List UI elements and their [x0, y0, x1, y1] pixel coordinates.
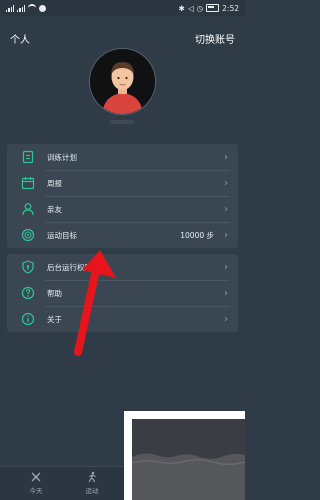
shield-icon — [21, 260, 35, 274]
switch-account-button[interactable]: 切换账号 — [195, 31, 235, 46]
page-title: 个人 — [10, 34, 30, 46]
menu-item-label: 帮助 — [47, 288, 62, 298]
menu-item-label: 亲友 — [47, 204, 62, 214]
signal-icon — [6, 4, 15, 12]
today-icon — [30, 471, 42, 483]
menu-item-weekly-report[interactable]: 周报 › — [7, 170, 238, 196]
clipboard-icon — [21, 150, 35, 164]
chevron-right-icon: › — [224, 151, 228, 163]
signal-icon-2 — [17, 4, 26, 12]
menu-item-label: 训练计划 — [47, 152, 77, 162]
menu-card-main: 训练计划 › 周报 › 亲友 › 运动目标 10000 步 › — [7, 144, 238, 248]
info-icon — [21, 312, 35, 326]
battery-icon — [206, 4, 220, 12]
chevron-right-icon: › — [224, 177, 228, 189]
menu-card-settings: 后台运行权限设置 › 帮助 › 关于 › — [7, 254, 238, 332]
calendar-icon — [21, 176, 35, 190]
menu-item-about[interactable]: 关于 › — [7, 306, 238, 332]
page-header: 个人 切换账号 — [0, 28, 245, 48]
bluetooth-icon: ✱ — [178, 3, 185, 13]
tab-today-label: 今天 — [29, 487, 43, 495]
avatar-illustration — [90, 49, 155, 114]
menu-item-label: 周报 — [47, 178, 62, 188]
chevron-right-icon: › — [224, 313, 228, 325]
running-icon — [86, 471, 98, 483]
menu-item-help[interactable]: 帮助 › — [7, 280, 238, 306]
mute-icon: ◁ — [187, 3, 194, 13]
tab-sport-label: 运动 — [85, 487, 99, 495]
menu-item-label: 运动目标 — [47, 230, 77, 240]
status-left — [6, 4, 47, 12]
app-icon — [39, 4, 47, 12]
chevron-right-icon: › — [224, 261, 228, 273]
person-icon — [21, 202, 35, 216]
status-time: 2:52 — [222, 3, 239, 13]
exercise-goal-value: 10000 步 — [180, 230, 214, 240]
overlay-image — [124, 411, 245, 500]
menu-item-training-plan[interactable]: 训练计划 › — [7, 144, 238, 170]
wifi-icon — [28, 4, 37, 12]
menu-item-label: 后台运行权限设置 — [47, 262, 107, 272]
alarm-icon: ◷ — [196, 3, 204, 13]
menu-item-exercise-goal[interactable]: 运动目标 10000 步 › — [7, 222, 238, 248]
status-bar: ✱ ◁ ◷ 2:52 — [0, 0, 245, 16]
menu-item-background-permission[interactable]: 后台运行权限设置 › — [7, 254, 238, 280]
status-right: ✱ ◁ ◷ 2:52 — [179, 4, 239, 13]
chevron-right-icon: › — [224, 229, 228, 241]
menu-item-label: 关于 — [47, 314, 62, 324]
avatar-name-placeholder — [110, 120, 134, 124]
chevron-right-icon: › — [224, 287, 228, 299]
avatar[interactable] — [89, 48, 156, 115]
tab-today[interactable]: 今天 — [16, 471, 56, 495]
help-icon — [21, 286, 35, 300]
tab-sport[interactable]: 运动 — [72, 471, 112, 495]
overlay-image-content — [132, 419, 245, 500]
chevron-right-icon: › — [224, 203, 228, 215]
menu-item-friends[interactable]: 亲友 › — [7, 196, 238, 222]
target-icon — [21, 228, 35, 242]
